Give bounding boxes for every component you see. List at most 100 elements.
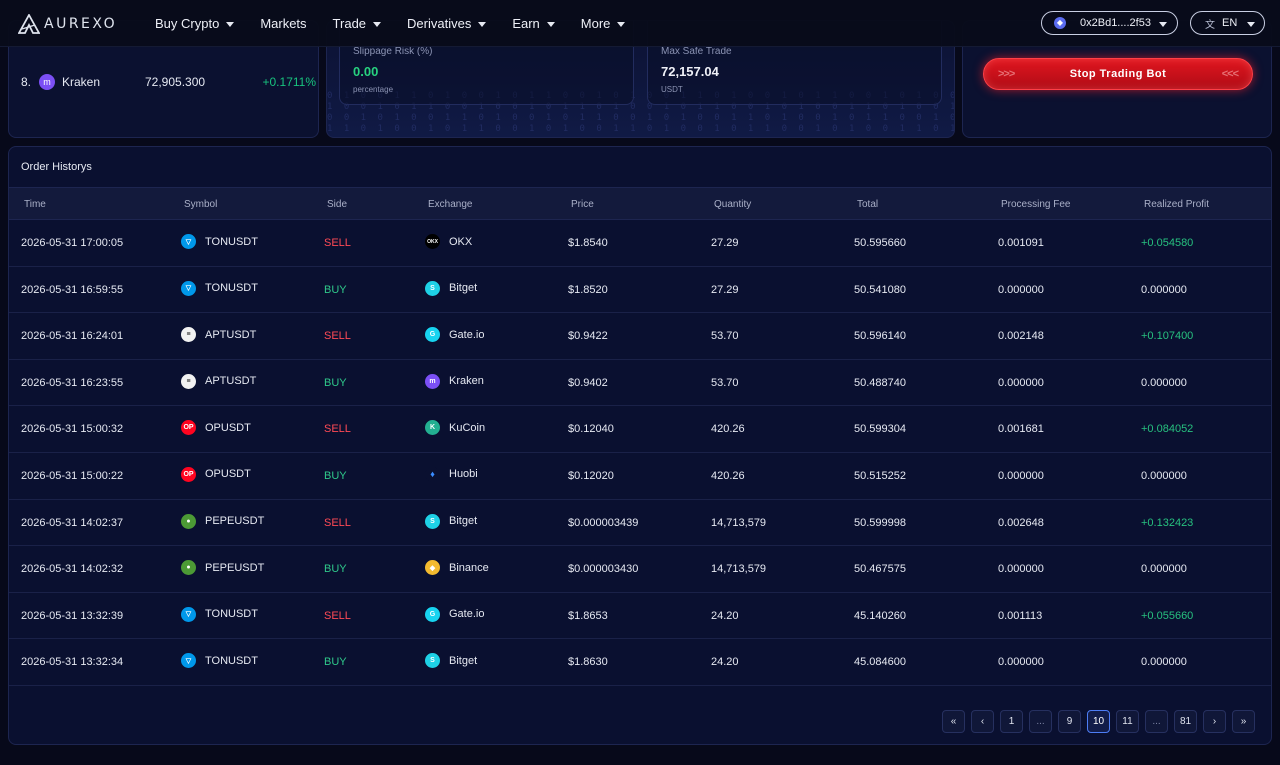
symbol-label: OPUSDT — [205, 468, 251, 481]
stop-trading-bot-button[interactable]: >>> Stop Trading Bot <<< — [983, 58, 1253, 90]
order-quantity: 27.29 — [711, 283, 739, 296]
table-row[interactable]: 2026-05-31 15:00:32 OP OPUSDT SELL K KuCoin $0… — [9, 406, 1271, 453]
pepe-icon: ● — [181, 513, 196, 529]
order-exchange: OKX OKX — [425, 234, 472, 249]
order-side: BUY — [324, 563, 347, 576]
nav-earn[interactable]: Earn — [512, 16, 555, 31]
nav-label: Derivatives — [407, 16, 472, 31]
first-page-button[interactable]: « — [942, 710, 965, 733]
order-symbol: ▽ TONUSDT — [181, 234, 258, 249]
prev-page-button[interactable]: ‹ — [971, 710, 994, 733]
table-row[interactable]: 2026-05-31 13:32:34 ▽ TONUSDT BUY S Bitget $1.… — [9, 639, 1271, 686]
last-page-button[interactable]: » — [1232, 710, 1255, 733]
order-history-card: Order Historys Time Symbol Side Exchange… — [8, 146, 1272, 745]
nav-label: Trade — [332, 16, 367, 31]
nav-more[interactable]: More — [581, 16, 626, 31]
order-exchange: G Gate.io — [425, 606, 484, 622]
order-exchange: G Gate.io — [425, 327, 485, 343]
order-exchange: ◆ Binance — [425, 560, 489, 576]
table-row[interactable]: 2026-05-31 13:32:39 ▽ TONUSDT SELL G Gate.io $… — [9, 593, 1271, 640]
symbol-label: APTUSDT — [205, 375, 257, 388]
bitget-icon: S — [425, 513, 440, 529]
col-exchange: Exchange — [428, 199, 473, 210]
language-label: EN — [1222, 17, 1238, 29]
nav-label: More — [580, 16, 611, 31]
col-total: Total — [857, 199, 879, 210]
order-side: SELL — [324, 516, 351, 529]
brand-logo[interactable]: AUREXO — [18, 13, 117, 35]
nav-trade[interactable]: Trade — [332, 16, 382, 31]
bitget-icon: S — [425, 280, 440, 296]
logo-mark-icon — [18, 14, 40, 34]
order-profit: +0.054580 — [1141, 237, 1194, 249]
table-row[interactable]: 2026-05-31 16:59:55 ▽ TONUSDT BUY S Bitget $1.… — [9, 267, 1271, 314]
table-row[interactable]: 2026-05-31 14:02:32 ● PEPEUSDT BUY ◆ Binance $… — [9, 546, 1271, 593]
language-button[interactable]: 文 EN — [1190, 11, 1265, 35]
table-row[interactable]: 2026-05-31 17:00:05 ▽ TONUSDT SELL OKX OKX $1.… — [9, 220, 1271, 267]
symbol-label: PEPEUSDT — [205, 515, 265, 528]
next-page-button[interactable]: › — [1203, 710, 1226, 733]
okx-icon: OKX — [425, 234, 440, 249]
order-fee: 0.000000 — [998, 283, 1044, 296]
order-quantity: 14,713,579 — [711, 563, 767, 576]
order-profit: +0.055660 — [1141, 609, 1194, 622]
order-price: $0.12020 — [568, 469, 614, 482]
col-realized-profit: Realized Profit — [1144, 199, 1210, 210]
order-total: 45.084600 — [854, 656, 906, 669]
exchange-label: Gate.io — [449, 328, 485, 341]
order-total: 50.599304 — [854, 423, 906, 436]
order-quantity: 24.20 — [711, 609, 739, 622]
order-fee: 0.001113 — [998, 609, 1043, 622]
ranking-row[interactable]: 8. m Kraken 72,905.300 +0.1711% — [21, 73, 316, 91]
price-change: +0.1711% — [262, 75, 317, 89]
order-time: 2026-05-31 14:02:37 — [21, 516, 124, 529]
page-button-9[interactable]: 9 — [1058, 710, 1081, 733]
page-button-1[interactable]: 1 — [1000, 710, 1023, 733]
top-nav: AUREXO Buy Crypto Markets Trade Derivati… — [0, 0, 1280, 47]
slippage-value: 0.00 — [353, 64, 379, 79]
exchange-label: Huobi — [449, 468, 478, 481]
ethereum-icon: ◆ — [1054, 17, 1066, 29]
table-row[interactable]: 2026-05-31 14:02:37 ● PEPEUSDT SELL S Bitget $… — [9, 500, 1271, 547]
max-safe-label: Max Safe Trade — [661, 46, 732, 57]
order-profit: 0.000000 — [1141, 656, 1187, 669]
kucoin-icon: K — [425, 420, 440, 436]
order-time: 2026-05-31 13:32:34 — [21, 656, 124, 669]
order-fee: 0.002648 — [998, 516, 1044, 529]
order-profit: +0.084052 — [1141, 423, 1194, 436]
order-time: 2026-05-31 16:23:55 — [21, 376, 124, 389]
nav-label: Earn — [512, 16, 540, 31]
order-symbol: ▽ TONUSDT — [181, 280, 258, 296]
order-fee: 0.000000 — [998, 469, 1044, 482]
kraken-icon: m — [425, 373, 440, 389]
order-exchange: K KuCoin — [425, 420, 485, 436]
nav-derivatives[interactable]: Derivatives — [407, 16, 487, 31]
order-quantity: 27.29 — [711, 237, 739, 249]
order-side: SELL — [324, 330, 351, 343]
stop-bot-label: Stop Trading Bot — [1069, 68, 1167, 80]
page-button-10[interactable]: 10 — [1087, 710, 1110, 733]
col-quantity: Quantity — [714, 199, 752, 210]
order-fee: 0.000000 — [998, 656, 1044, 669]
chevron-down-icon — [226, 22, 235, 27]
nav-markets[interactable]: Markets — [260, 16, 306, 31]
order-symbol: ● PEPEUSDT — [181, 560, 264, 576]
order-symbol: OP OPUSDT — [181, 466, 251, 482]
order-symbol: ≡ APTUSDT — [181, 327, 256, 343]
optimism-icon: OP — [181, 466, 196, 482]
page-ellipsis: ... — [1029, 710, 1052, 733]
nav-label: Buy Crypto — [155, 16, 220, 31]
order-profit: +0.107400 — [1141, 330, 1194, 343]
kraken-icon: m — [39, 74, 55, 90]
aptos-icon: ≡ — [181, 327, 196, 343]
wallet-button[interactable]: ◆ 0x2Bd1....2f53 — [1041, 11, 1178, 35]
table-row[interactable]: 2026-05-31 15:00:22 OP OPUSDT BUY ♦ Huobi $0.1… — [9, 453, 1271, 500]
chevron-down-icon — [1158, 21, 1167, 27]
order-time: 2026-05-31 14:02:32 — [21, 563, 124, 576]
nav-buy-crypto[interactable]: Buy Crypto — [155, 16, 235, 31]
exchange-label: Kraken — [449, 375, 484, 388]
table-row[interactable]: 2026-05-31 16:24:01 ≡ APTUSDT SELL G Gate.io $… — [9, 313, 1271, 360]
table-row[interactable]: 2026-05-31 16:23:55 ≡ APTUSDT BUY m Kraken $0.… — [9, 360, 1271, 407]
page-button-11[interactable]: 11 — [1116, 710, 1139, 733]
page-button-81[interactable]: 81 — [1174, 710, 1197, 733]
